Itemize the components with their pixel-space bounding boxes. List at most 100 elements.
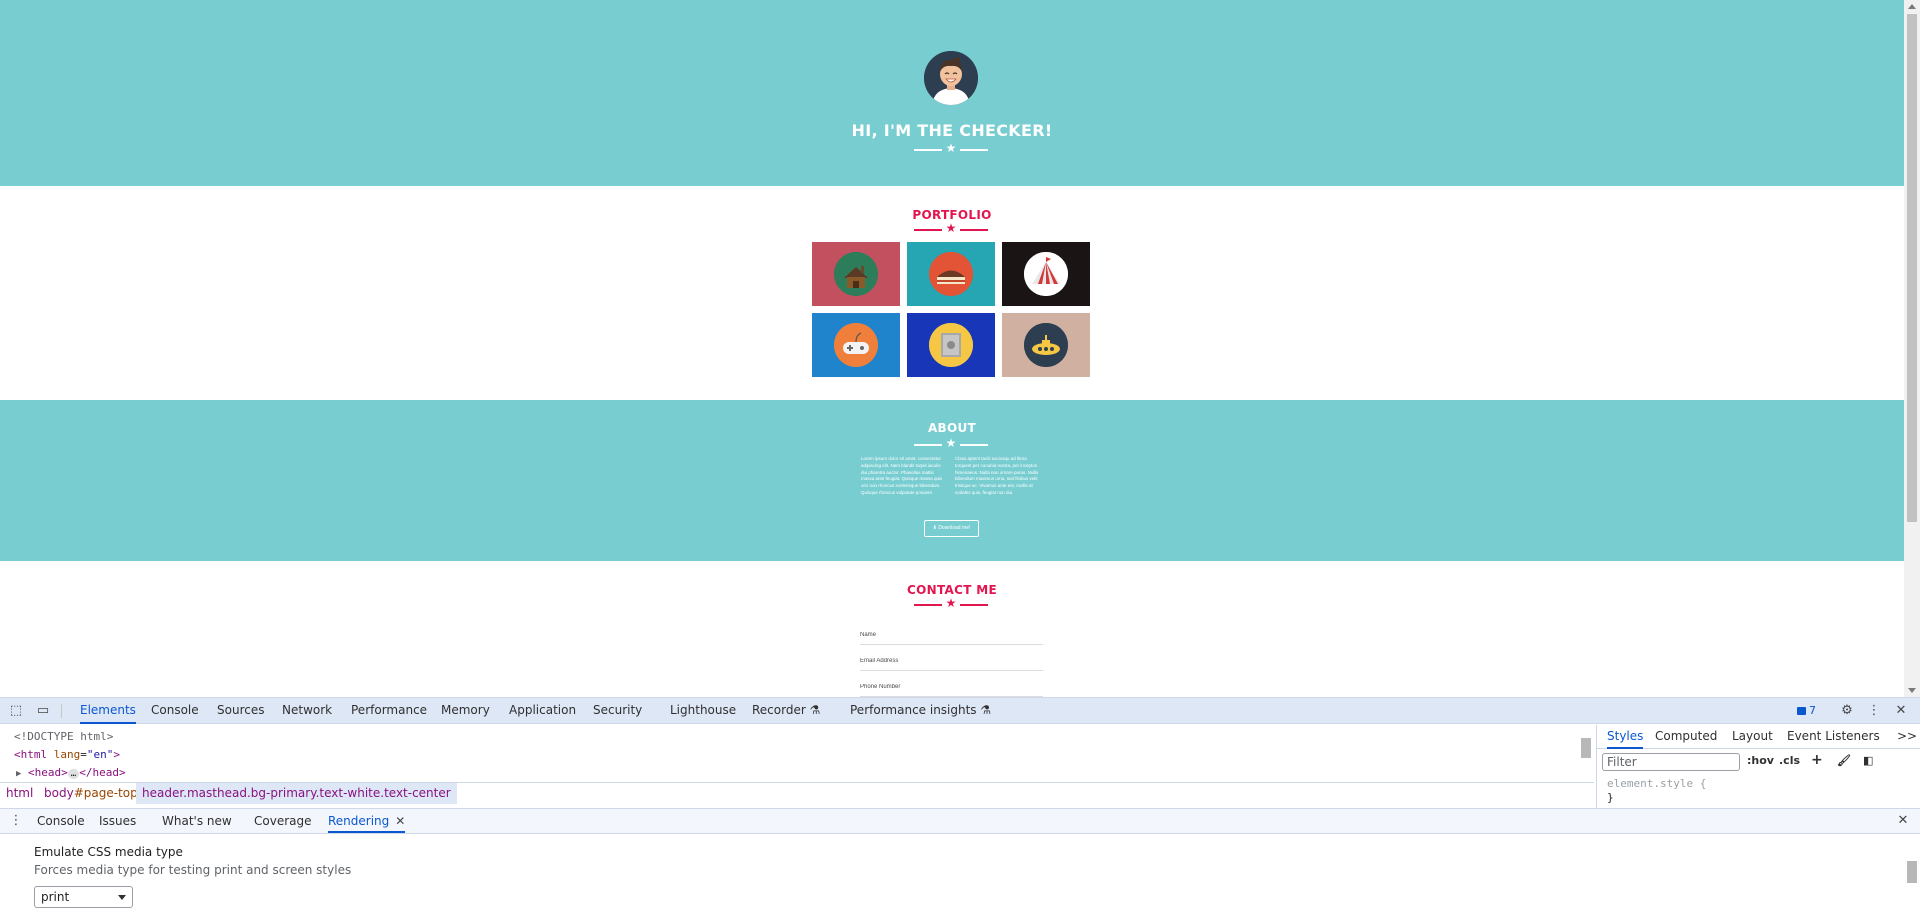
name-field[interactable] bbox=[860, 623, 1043, 645]
breadcrumb-body[interactable]: body#page-top bbox=[38, 783, 144, 804]
tab-lighthouse[interactable]: Lighthouse bbox=[670, 698, 736, 724]
email-field[interactable] bbox=[860, 649, 1043, 671]
tab-styles[interactable]: Styles bbox=[1607, 725, 1644, 749]
element-style-selector: element.style { bbox=[1607, 777, 1707, 790]
tab-network[interactable]: Network bbox=[282, 698, 332, 724]
drawer-tab-rendering-label: Rendering bbox=[328, 814, 390, 828]
drawer-tab-rendering[interactable]: Rendering ✕ bbox=[328, 809, 406, 833]
drawer-tab-whats-new[interactable]: What's new bbox=[162, 809, 232, 833]
toggle-sidebar-icon[interactable]: ◧ bbox=[1863, 754, 1873, 767]
page-scrollbar[interactable] bbox=[1904, 0, 1920, 697]
about-section: ABOUT ★ Lorem ipsum dolor sit amet, cons… bbox=[0, 400, 1904, 561]
tab-recorder[interactable]: Recorder ⚗ bbox=[752, 698, 820, 724]
tab-recorder-label: Recorder bbox=[752, 703, 806, 717]
portfolio-item-game-controller[interactable] bbox=[812, 313, 900, 377]
star-icon: ★ bbox=[945, 141, 957, 155]
device-toolbar-icon[interactable]: ▭ bbox=[35, 703, 51, 719]
email-input[interactable] bbox=[860, 651, 1043, 671]
tab-event-listeners[interactable]: Event Listeners bbox=[1787, 725, 1880, 749]
drawer-tab-console[interactable]: Console bbox=[37, 809, 85, 833]
rendering-panel: Emulate CSS media type Forces media type… bbox=[0, 835, 1904, 908]
scroll-up-icon[interactable] bbox=[1908, 4, 1916, 9]
styles-pane: Styles Computed Layout Event Listeners >… bbox=[1596, 725, 1920, 808]
issues-badge[interactable]: 7 bbox=[1797, 703, 1816, 719]
add-rule-icon[interactable]: + bbox=[1811, 752, 1823, 768]
more-tabs-button[interactable]: >> bbox=[1897, 725, 1917, 749]
media-type-select[interactable]: print bbox=[34, 886, 133, 908]
portfolio-item-cabin[interactable] bbox=[812, 242, 900, 306]
drawer-scrollbar[interactable] bbox=[1904, 835, 1920, 908]
close-tab-icon[interactable]: ✕ bbox=[395, 809, 405, 833]
breadcrumb-header[interactable]: header.masthead.bg-primary.text-white.te… bbox=[136, 783, 457, 804]
element-style-rule[interactable]: element.style { } bbox=[1607, 777, 1706, 805]
more-options-icon[interactable]: ⋮ bbox=[1866, 703, 1882, 719]
star-icon: ★ bbox=[945, 221, 957, 235]
tab-application[interactable]: Application bbox=[509, 698, 576, 724]
emulate-media-title: Emulate CSS media type bbox=[34, 845, 183, 859]
element-style-close: } bbox=[1607, 791, 1614, 804]
submarine-icon bbox=[1024, 323, 1068, 367]
cake-icon bbox=[929, 252, 973, 296]
issues-count: 7 bbox=[1809, 704, 1816, 717]
breadcrumb-html[interactable]: html bbox=[0, 783, 39, 804]
close-drawer-icon[interactable]: ✕ bbox=[1895, 813, 1911, 829]
tab-memory[interactable]: Memory bbox=[441, 698, 490, 724]
download-label: Download me! bbox=[938, 525, 971, 531]
name-input[interactable] bbox=[860, 625, 1043, 645]
scroll-down-icon[interactable] bbox=[1908, 688, 1916, 693]
phone-input[interactable] bbox=[860, 677, 1043, 697]
scrollbar-thumb[interactable] bbox=[1907, 14, 1917, 522]
tab-sources[interactable]: Sources bbox=[217, 698, 264, 724]
drawer-scrollbar-thumb[interactable] bbox=[1907, 861, 1917, 883]
dom-doctype[interactable]: <!DOCTYPE html> bbox=[14, 728, 1594, 746]
tab-console[interactable]: Console bbox=[151, 698, 199, 724]
contact-section: CONTACT ME ★ bbox=[0, 561, 1904, 697]
tab-computed[interactable]: Computed bbox=[1655, 725, 1717, 749]
inspect-element-icon[interactable]: ⬚ bbox=[8, 703, 24, 719]
drawer-tab-coverage[interactable]: Coverage bbox=[254, 809, 312, 833]
close-devtools-icon[interactable]: ✕ bbox=[1893, 703, 1909, 719]
dom-scrollbar-thumb[interactable] bbox=[1581, 738, 1591, 758]
portfolio-item-submarine[interactable] bbox=[1002, 313, 1090, 377]
portfolio-item-circus-tent[interactable] bbox=[1002, 242, 1090, 306]
tab-performance-insights-label: Performance insights bbox=[850, 703, 977, 717]
masthead-title: HI, I'M THE CHECKER! bbox=[851, 121, 1053, 140]
drawer-tabbar: ⋮ Console Issues What's new Coverage Ren… bbox=[0, 808, 1920, 834]
about-text-left: Lorem ipsum dolor sit amet, consectetur … bbox=[861, 456, 943, 495]
circus-tent-icon bbox=[1024, 252, 1068, 296]
portfolio-item-safe[interactable] bbox=[907, 313, 995, 377]
styles-filter-row: :hov .cls + 🖌 ◧ bbox=[1597, 750, 1920, 774]
contact-title: CONTACT ME bbox=[907, 583, 997, 597]
page-viewport: HI, I'M THE CHECKER! ★ PORTFOLIO ★ ABOUT… bbox=[0, 0, 1904, 697]
tab-security[interactable]: Security bbox=[593, 698, 642, 724]
portfolio-item-cake[interactable] bbox=[907, 242, 995, 306]
dom-html-node[interactable]: <html lang="en"> bbox=[14, 746, 1594, 764]
dom-scrollbar[interactable] bbox=[1580, 728, 1592, 778]
paint-brush-icon[interactable]: 🖌 bbox=[1837, 754, 1851, 767]
devtools-tabbar: ⬚ ▭ Elements Console Sources Network Per… bbox=[0, 698, 1920, 724]
expand-triangle-icon[interactable]: ▶ bbox=[16, 769, 21, 779]
hov-button[interactable]: :hov bbox=[1747, 754, 1774, 767]
experiment-icon: ⚗ bbox=[809, 703, 821, 717]
about-title: ABOUT bbox=[927, 421, 977, 435]
cls-button[interactable]: .cls bbox=[1779, 754, 1800, 767]
contact-divider: ★ bbox=[914, 596, 988, 611]
drawer-menu-icon[interactable]: ⋮ bbox=[8, 813, 24, 829]
tab-elements[interactable]: Elements bbox=[80, 698, 136, 724]
masthead: HI, I'M THE CHECKER! ★ bbox=[0, 0, 1904, 186]
about-text-right: Class aptent taciti sociosqu ad litora t… bbox=[955, 456, 1039, 495]
drawer-tab-issues[interactable]: Issues bbox=[99, 809, 136, 833]
phone-field[interactable] bbox=[860, 675, 1043, 697]
tab-performance-insights[interactable]: Performance insights ⚗ bbox=[850, 698, 991, 724]
avatar-illustration bbox=[924, 51, 978, 105]
star-icon: ★ bbox=[945, 436, 957, 450]
download-button[interactable]: ⬇ Download me! bbox=[924, 520, 979, 537]
issues-icon bbox=[1797, 707, 1806, 715]
avatar bbox=[924, 51, 978, 105]
safe-icon bbox=[929, 323, 973, 367]
tab-layout[interactable]: Layout bbox=[1732, 725, 1773, 749]
settings-gear-icon[interactable]: ⚙ bbox=[1839, 703, 1855, 719]
tab-performance[interactable]: Performance bbox=[351, 698, 427, 724]
styles-filter-input[interactable] bbox=[1602, 753, 1740, 771]
dom-head-node[interactable]: ▶ <head>… </head> bbox=[14, 764, 1594, 782]
